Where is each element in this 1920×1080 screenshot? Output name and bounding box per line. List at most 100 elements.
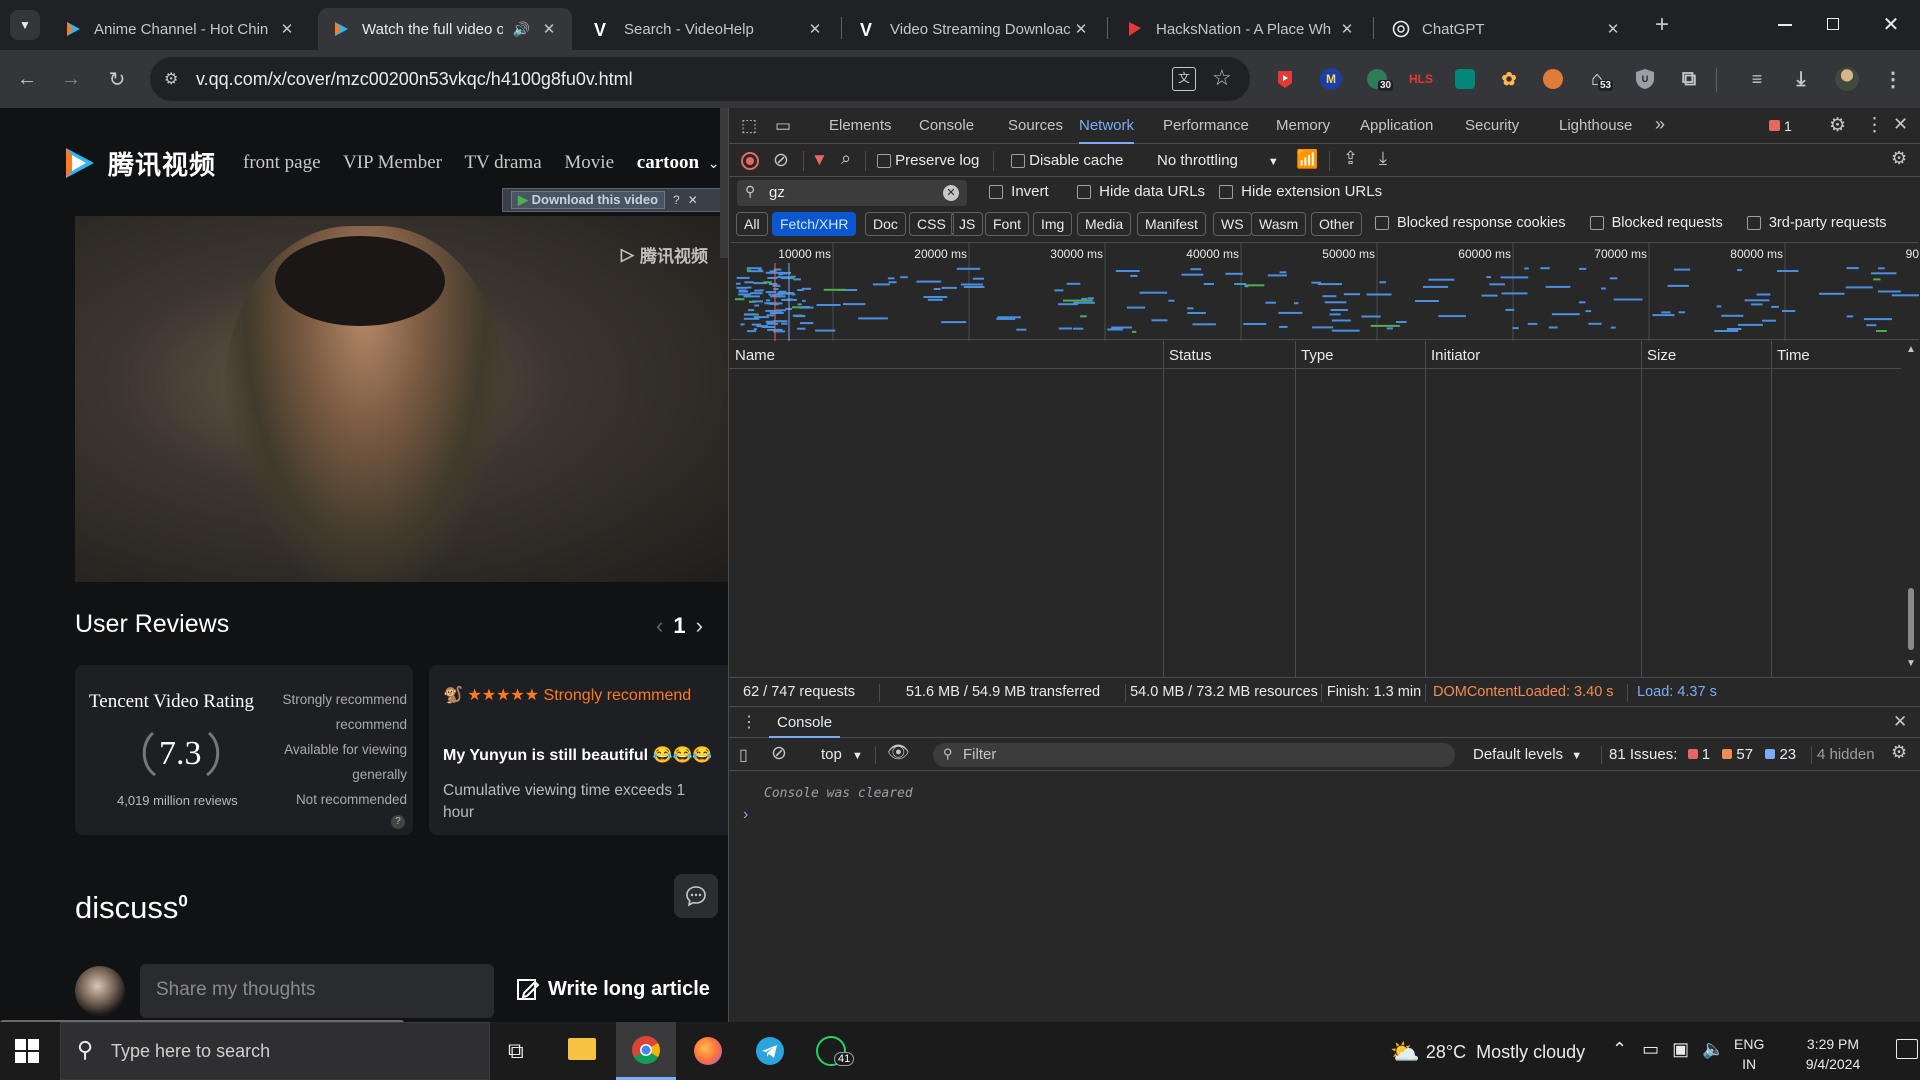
hls-extension-icon[interactable]: HLS	[1408, 66, 1434, 92]
tab-search-button[interactable]: ▼	[10, 10, 40, 40]
bookmark-star-icon[interactable]: ☆	[1212, 65, 1232, 91]
extensions-puzzle-icon[interactable]: ⧉	[1676, 66, 1702, 92]
close-devtools-icon[interactable]: ✕	[1893, 114, 1908, 135]
nav-tv-drama[interactable]: TV drama	[464, 152, 541, 173]
new-tab-button[interactable]: +	[1648, 12, 1676, 40]
m-extension-icon[interactable]: M	[1318, 66, 1344, 92]
help-button[interactable]: ?	[673, 193, 680, 207]
console-settings-icon[interactable]: ⚙	[1891, 742, 1907, 763]
import-har-icon[interactable]: ⇪	[1343, 148, 1358, 169]
clear-icon[interactable]: ⊘	[773, 149, 789, 172]
counter-extension-icon[interactable]: 30	[1364, 66, 1394, 92]
close-icon[interactable]: ✕	[1604, 20, 1622, 38]
profile-avatar[interactable]	[1834, 66, 1860, 92]
site-logo[interactable]: 腾讯视频	[60, 144, 216, 182]
battery-icon[interactable]: ▭	[1642, 1039, 1659, 1059]
column-time[interactable]: Time	[1777, 347, 1810, 364]
blocked-cookies-checkbox[interactable]: Blocked response cookies	[1375, 215, 1586, 231]
filter-chip-fetch-xhr[interactable]: Fetch/XHR	[772, 212, 857, 236]
site-info-icon[interactable]: ⚙	[164, 69, 178, 89]
language-indicator[interactable]: ENG IN	[1734, 1034, 1764, 1074]
tab-sources[interactable]: Sources	[1008, 108, 1063, 144]
filter-chip-img[interactable]: Img	[1033, 212, 1073, 236]
browser-tab[interactable]: V Video Streaming Downloac ✕	[846, 8, 1104, 50]
browser-menu-icon[interactable]: ⋮	[1880, 66, 1906, 92]
search-icon[interactable]: ⌕	[841, 148, 851, 169]
home-extension-icon[interactable]: ⌂ 53	[1584, 66, 1614, 92]
clear-console-icon[interactable]: ⊘	[771, 742, 787, 765]
minimize-button[interactable]	[1770, 12, 1800, 38]
filter-chip-all[interactable]: All	[736, 212, 768, 236]
column-type[interactable]: Type	[1301, 347, 1334, 364]
back-button[interactable]: ←	[12, 64, 42, 94]
chat-bubble-icon[interactable]	[674, 874, 718, 918]
issues-counter[interactable]: 1	[1769, 118, 1792, 134]
forward-button[interactable]: →	[56, 64, 86, 94]
tray-chevron-up-icon[interactable]: ⌃	[1612, 1039, 1627, 1059]
rating-help-icon[interactable]: ?	[391, 815, 405, 829]
filter-chip-manifest[interactable]: Manifest	[1137, 212, 1206, 236]
tab-memory[interactable]: Memory	[1276, 108, 1330, 144]
tab-elements[interactable]: Elements	[829, 108, 892, 144]
inspect-element-icon[interactable]: ⬚	[741, 116, 757, 136]
settings-gear-icon[interactable]: ⚙	[1829, 114, 1846, 137]
nav-cartoon[interactable]: cartoon	[637, 152, 699, 173]
browser-tab[interactable]: Anime Channel - Hot Chin ✕	[50, 8, 310, 50]
network-settings-icon[interactable]: ⚙	[1891, 148, 1907, 169]
nav-front-page[interactable]: front page	[243, 152, 321, 173]
console-prompt[interactable]: ›	[743, 806, 748, 824]
volume-icon[interactable]: 🔈	[1702, 1039, 1724, 1059]
browser-tab[interactable]: ChatGPT ✕	[1378, 8, 1636, 50]
nav-movie[interactable]: Movie	[564, 152, 614, 173]
drawer-menu-icon[interactable]: ⋮	[741, 712, 757, 732]
browser-tab[interactable]: V Search - VideoHelp ✕	[580, 8, 838, 50]
notification-center-icon[interactable]	[1896, 1039, 1918, 1059]
chevron-right-icon[interactable]: ›	[696, 613, 703, 639]
start-button[interactable]	[14, 1038, 40, 1064]
telegram-icon[interactable]	[756, 1037, 784, 1065]
request-table-scrollbar[interactable]: ▲ ▼	[1903, 344, 1919, 674]
filter-chip-js[interactable]: JS	[951, 212, 984, 236]
chevron-left-icon[interactable]: ‹	[656, 613, 663, 639]
review-card[interactable]: 🐒 ★★★★★ Strongly recommend My Yunyun is …	[429, 665, 728, 835]
close-icon[interactable]: ✕	[540, 20, 558, 38]
blocked-requests-checkbox[interactable]: Blocked requests	[1589, 215, 1743, 231]
filter-chip-ws[interactable]: WS	[1213, 212, 1252, 236]
device-toolbar-icon[interactable]: ▭	[775, 116, 791, 136]
browser-tab[interactable]: HacksNation - A Place Wh ✕	[1112, 8, 1370, 50]
teal-extension-icon[interactable]	[1452, 66, 1478, 92]
download-icon[interactable]: ⤓	[1788, 66, 1814, 92]
hide-extension-urls-checkbox[interactable]: Hide extension URLs	[1219, 183, 1382, 200]
close-icon[interactable]: ✕	[806, 20, 824, 38]
tab-console[interactable]: Console	[919, 108, 974, 144]
network-icon[interactable]: ▣	[1672, 1039, 1689, 1059]
network-overview[interactable]: 10000 ms 20000 ms 30000 ms 40000 ms 50000 ms…	[731, 242, 1919, 341]
console-filter-input[interactable]: ⚲ Filter	[933, 743, 1455, 767]
window-close-button[interactable]: ✕	[1876, 10, 1906, 40]
column-status[interactable]: Status	[1169, 347, 1212, 364]
filter-chip-wasm[interactable]: Wasm	[1251, 212, 1307, 236]
cookie-icon[interactable]	[1540, 66, 1566, 92]
taskbar-search-box[interactable]: ⚲ Type here to search	[60, 1022, 490, 1080]
file-explorer-icon[interactable]	[568, 1038, 596, 1060]
cookie-extension-icon[interactable]: ✿	[1496, 66, 1522, 92]
network-conditions-icon[interactable]: 📶	[1296, 149, 1318, 170]
close-drawer-icon[interactable]: ✕	[1893, 712, 1907, 732]
record-button[interactable]	[741, 152, 759, 170]
preserve-log-checkbox[interactable]: Preserve log	[877, 152, 979, 169]
invert-checkbox[interactable]: Invert	[989, 183, 1049, 200]
more-tabs-icon[interactable]: »	[1655, 114, 1665, 135]
drawer-tab-console[interactable]: Console	[769, 708, 841, 738]
filter-chip-media[interactable]: Media	[1077, 212, 1132, 236]
media-controls-icon[interactable]: ≡	[1744, 66, 1770, 92]
tab-security[interactable]: Security	[1465, 108, 1519, 144]
chrome-taskbar-icon[interactable]	[616, 1022, 676, 1080]
kebab-menu-icon[interactable]: ⋮	[1865, 114, 1884, 137]
close-icon[interactable]: ✕	[1072, 20, 1090, 38]
address-bar[interactable]: ⚙ v.qq.com/x/cover/mzc00200n53vkqc/h4100…	[150, 57, 1250, 101]
whatsapp-icon[interactable]: 41	[816, 1036, 855, 1066]
nav-vip-member[interactable]: VIP Member	[343, 152, 442, 173]
shield-extension-icon[interactable]: U	[1632, 66, 1658, 92]
close-icon[interactable]: ✕	[688, 193, 698, 207]
export-har-icon[interactable]: ⤓	[1379, 148, 1387, 169]
